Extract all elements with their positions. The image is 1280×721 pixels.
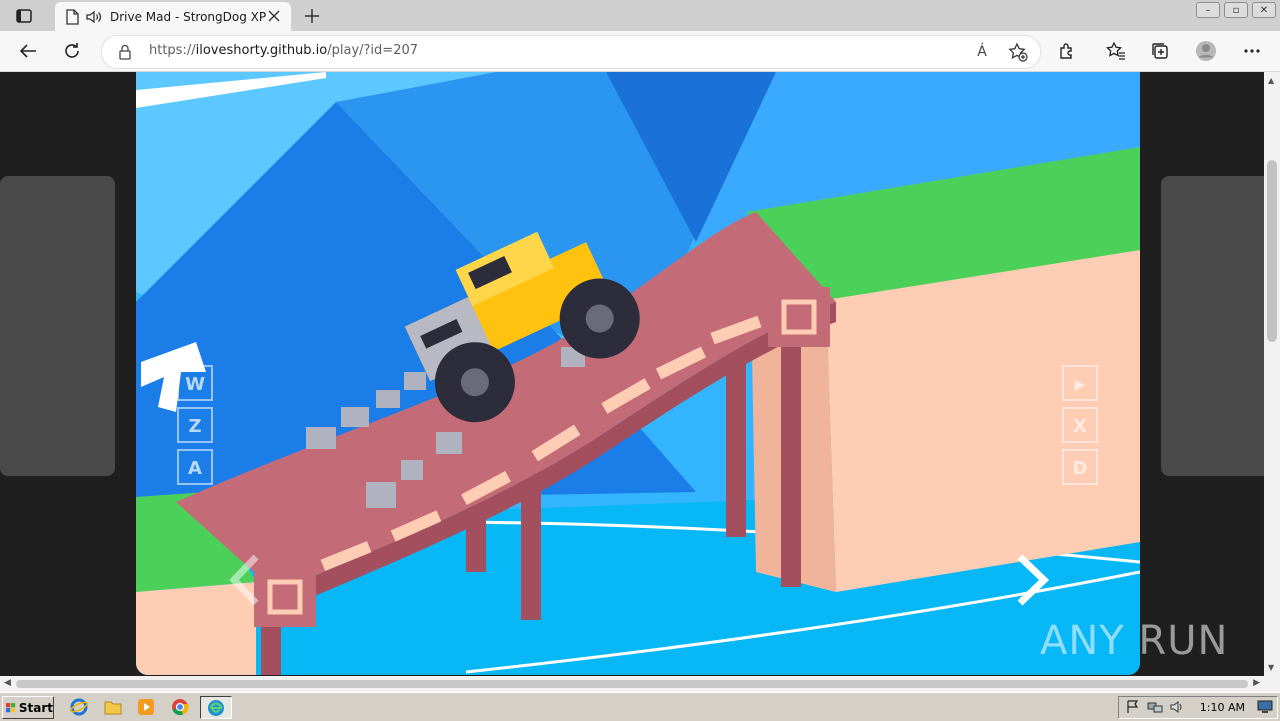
monitor-icon[interactable] bbox=[1257, 700, 1273, 714]
tab-title: Drive Mad - StrongDog XP bbox=[110, 9, 267, 24]
browser-tab[interactable]: Drive Mad - StrongDog XP bbox=[55, 2, 291, 31]
restore-button[interactable]: ▫ bbox=[1224, 2, 1248, 18]
refresh-icon[interactable] bbox=[61, 40, 83, 62]
taskbar: Start 1:10 AM bbox=[0, 692, 1280, 721]
minimize-button[interactable]: – bbox=[1196, 2, 1220, 18]
ie-icon[interactable] bbox=[69, 697, 89, 717]
bridge-pillar bbox=[781, 322, 801, 587]
volume-icon[interactable] bbox=[1169, 700, 1185, 714]
url-host: iloveshorty.github.io bbox=[195, 43, 328, 58]
scroll-corner bbox=[1264, 676, 1280, 692]
key-x-label: X bbox=[1073, 416, 1087, 437]
speaker-icon[interactable] bbox=[85, 9, 103, 25]
scroll-right-icon[interactable]: ▶ bbox=[1253, 678, 1260, 688]
collections-icon[interactable] bbox=[1149, 40, 1171, 62]
read-aloud-icon[interactable]: Á bbox=[972, 42, 992, 62]
horizontal-scroll-thumb[interactable] bbox=[16, 680, 1248, 688]
title-bar: Drive Mad - StrongDog XP – ▫ ✕ bbox=[0, 0, 1280, 31]
left-ad-panel bbox=[0, 176, 115, 476]
key-a-label: A bbox=[188, 458, 202, 479]
media-player-icon[interactable] bbox=[136, 697, 156, 717]
start-button[interactable]: Start bbox=[2, 696, 54, 719]
key-z-label: Z bbox=[188, 416, 201, 437]
clock: 1:10 AM bbox=[1199, 701, 1245, 714]
game-canvas[interactable]: W Z A ▶ X D bbox=[136, 72, 1140, 675]
vertical-scroll-thumb[interactable] bbox=[1267, 160, 1277, 342]
address-bar[interactable]: https://iloveshorty.github.io/play/?id=2… bbox=[101, 35, 1041, 69]
key-d-label: D bbox=[1073, 458, 1088, 479]
tab-actions-icon[interactable] bbox=[10, 6, 38, 26]
horizontal-scrollbar[interactable]: ◀ ▶ bbox=[0, 676, 1264, 692]
url-protocol: https:// bbox=[149, 43, 196, 58]
folder-icon[interactable] bbox=[103, 697, 123, 717]
key-w-label: W bbox=[185, 374, 205, 395]
back-icon[interactable] bbox=[17, 40, 39, 62]
close-icon[interactable] bbox=[268, 10, 280, 22]
more-icon[interactable] bbox=[1241, 40, 1263, 62]
edge-icon[interactable] bbox=[200, 696, 232, 719]
network-icon[interactable] bbox=[1147, 700, 1163, 714]
vertical-scrollbar[interactable]: ▲ ▼ bbox=[1264, 72, 1280, 676]
key-play-label: ▶ bbox=[1075, 377, 1086, 393]
lock-icon[interactable] bbox=[118, 44, 132, 60]
favorite-add-icon[interactable] bbox=[1008, 42, 1028, 62]
anyrun-watermark: ANY RUN bbox=[1040, 612, 1228, 670]
browser-toolbar: https://iloveshorty.github.io/play/?id=2… bbox=[0, 31, 1280, 72]
scroll-up-icon[interactable]: ▲ bbox=[1268, 76, 1274, 85]
cliff-right-face bbox=[826, 250, 1140, 592]
bridge-end-block-right bbox=[768, 287, 830, 347]
chrome-icon[interactable] bbox=[170, 697, 190, 717]
extensions-icon[interactable] bbox=[1056, 40, 1078, 62]
flag-icon[interactable] bbox=[1125, 700, 1141, 714]
page-icon bbox=[66, 8, 79, 25]
plus-icon[interactable] bbox=[303, 7, 321, 25]
bridge-end-block-left bbox=[254, 567, 316, 627]
url-path: /play/?id=207 bbox=[327, 43, 419, 58]
page-viewport: W Z A ▶ X D bbox=[0, 72, 1264, 676]
window-close-button[interactable]: ✕ bbox=[1252, 2, 1276, 18]
window-controls: – ▫ ✕ bbox=[1196, 2, 1276, 18]
start-label: Start bbox=[18, 700, 53, 715]
windows-flag-icon bbox=[6, 702, 16, 712]
right-ad-panel bbox=[1161, 176, 1264, 476]
watermark-text: ANY RUN bbox=[1040, 618, 1229, 664]
profile-icon[interactable] bbox=[1195, 40, 1217, 62]
scroll-down-icon[interactable]: ▼ bbox=[1268, 663, 1274, 672]
system-tray: 1:10 AM bbox=[1118, 696, 1278, 719]
favorites-icon[interactable] bbox=[1105, 40, 1127, 62]
url-text: https://iloveshorty.github.io/play/?id=2… bbox=[149, 43, 418, 58]
cliff-left-face bbox=[136, 582, 256, 675]
scroll-left-icon[interactable]: ◀ bbox=[4, 678, 11, 688]
